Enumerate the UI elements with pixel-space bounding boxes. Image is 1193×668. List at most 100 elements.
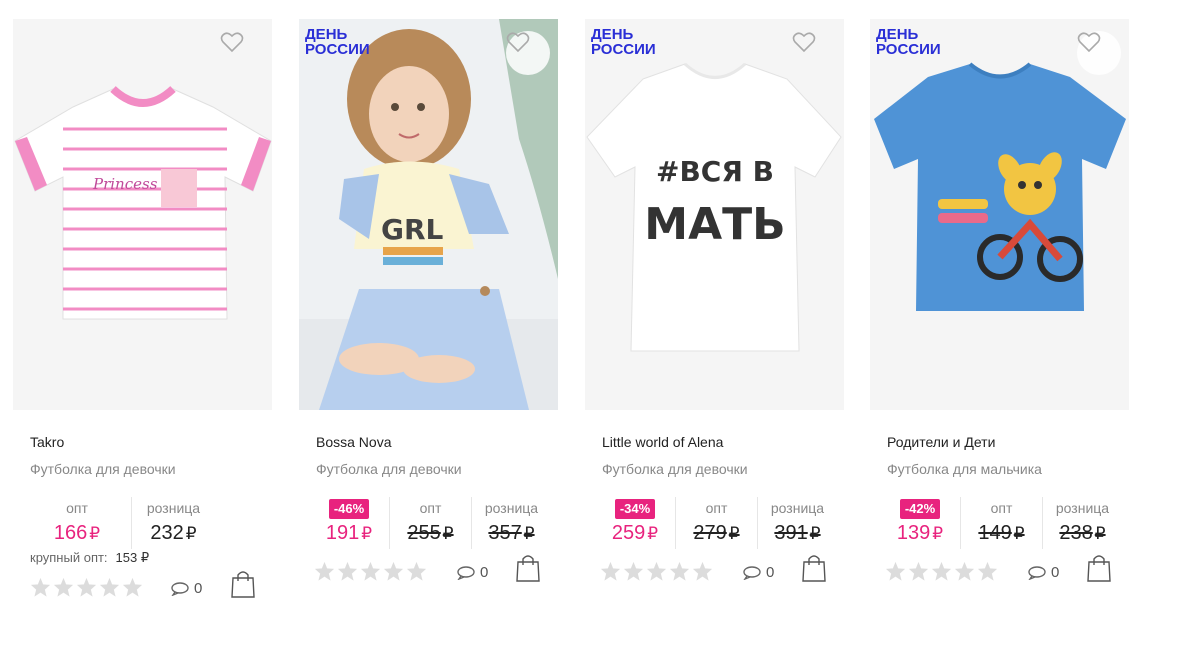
product-card[interactable]: GRL ДЕНЬ РОССИИ Bossa Nova Футболка для … <box>299 0 558 668</box>
comments-link[interactable]: 0 <box>1028 564 1059 581</box>
sale-price-block: -46% 191 ₽ <box>309 497 389 549</box>
sale-price: 191 ₽ <box>325 522 373 544</box>
product-brand[interactable]: Родители и Дети <box>887 434 995 450</box>
svg-text:Princess: Princess <box>92 175 158 193</box>
favorite-button[interactable] <box>1077 31 1121 75</box>
comment-bubble-icon <box>1028 565 1046 580</box>
add-to-cart-button[interactable] <box>231 570 255 603</box>
print-line-1: #ВСЯ В <box>656 155 774 188</box>
opt-price-block: опт 166 ₽ <box>23 497 131 549</box>
product-brand[interactable]: Bossa Nova <box>316 434 391 450</box>
product-brand[interactable]: Little world of Alena <box>602 434 723 450</box>
bulk-price: крупный опт: 153 ₽ <box>30 550 150 565</box>
star-icon[interactable] <box>30 577 51 597</box>
product-image[interactable]: GRL ДЕНЬ РОССИИ <box>299 19 558 410</box>
price-row: опт 166 ₽ розница 232 ₽ <box>23 497 215 549</box>
product-brand[interactable]: Takro <box>30 434 64 450</box>
comment-bubble-icon <box>743 565 761 580</box>
price-row: -46% 191 ₽ опт 255 ₽ розница 357 ₽ <box>309 497 551 549</box>
discount-badge: -46% <box>328 499 370 519</box>
product-image[interactable]: Princess <box>13 19 272 410</box>
product-card[interactable]: Princess Takro Футболка для девочки опт … <box>13 0 272 668</box>
sale-price: 139 ₽ <box>896 522 944 544</box>
price-row: -42% 139 ₽ опт 149 ₽ розница 238 ₽ <box>880 497 1122 549</box>
comments-link[interactable]: 0 <box>743 564 774 581</box>
opt-label: опт <box>419 500 442 516</box>
opt-price: 166 ₽ <box>53 522 101 544</box>
star-icon[interactable] <box>314 561 335 581</box>
add-to-cart-button[interactable] <box>1087 554 1111 587</box>
shopping-bag-icon <box>516 555 540 582</box>
add-to-cart-button[interactable] <box>802 554 826 587</box>
comments-link[interactable]: 0 <box>171 580 202 597</box>
promo-label: ДЕНЬ РОССИИ <box>305 26 370 58</box>
opt-price-block: опт 255 ₽ <box>389 497 471 549</box>
star-icon[interactable] <box>600 561 621 581</box>
opt-label: опт <box>990 500 1013 516</box>
star-icon[interactable] <box>931 561 952 581</box>
sale-price-block: -42% 139 ₽ <box>880 497 960 549</box>
star-icon[interactable] <box>954 561 975 581</box>
favorite-button[interactable] <box>506 31 550 75</box>
discount-badge: -34% <box>614 499 656 519</box>
add-to-cart-button[interactable] <box>516 554 540 587</box>
retail-price-block: розница 357 ₽ <box>471 497 551 549</box>
product-title[interactable]: Футболка для мальчика <box>887 461 1042 477</box>
opt-price: 279 ₽ <box>693 522 740 544</box>
star-icon[interactable] <box>337 561 358 581</box>
retail-label: розница <box>484 500 539 516</box>
product-image[interactable]: ДЕНЬ РОССИИ <box>870 19 1129 410</box>
star-icon[interactable] <box>76 577 97 597</box>
favorite-button[interactable] <box>220 31 264 75</box>
rating-stars[interactable] <box>30 577 143 597</box>
product-card[interactable]: #ВСЯ В МАТЬ ДЕНЬ РОССИИ Little world of … <box>585 0 844 668</box>
star-icon[interactable] <box>692 561 713 581</box>
star-icon[interactable] <box>623 561 644 581</box>
product-title[interactable]: Футболка для девочки <box>602 461 748 477</box>
star-icon[interactable] <box>885 561 906 581</box>
rating-stars[interactable] <box>600 561 713 581</box>
retail-label: розница <box>1055 500 1110 516</box>
retail-price: 357 ₽ <box>488 522 535 544</box>
comment-bubble-icon <box>171 581 189 596</box>
retail-label: розница <box>770 500 825 516</box>
star-icon[interactable] <box>977 561 998 581</box>
print-line-2: МАТЬ <box>644 199 785 250</box>
shopping-bag-icon <box>231 571 255 598</box>
shopping-bag-icon <box>802 555 826 582</box>
svg-text:GRL: GRL <box>381 213 444 246</box>
heart-outline-icon <box>506 32 530 53</box>
rating-stars[interactable] <box>314 561 427 581</box>
sale-price: 259 ₽ <box>611 522 659 544</box>
rating-stars[interactable] <box>885 561 998 581</box>
star-icon[interactable] <box>360 561 381 581</box>
shopping-bag-icon <box>1087 555 1111 582</box>
promo-label: ДЕНЬ РОССИИ <box>876 26 941 58</box>
star-icon[interactable] <box>122 577 143 597</box>
sale-price-block: -34% 259 ₽ <box>595 497 675 549</box>
opt-price: 149 ₽ <box>978 522 1025 544</box>
star-icon[interactable] <box>53 577 74 597</box>
retail-price-block: розница 238 ₽ <box>1042 497 1122 549</box>
comment-bubble-icon <box>457 565 475 580</box>
favorite-button[interactable] <box>792 31 836 75</box>
comments-link[interactable]: 0 <box>457 564 488 581</box>
product-title[interactable]: Футболка для девочки <box>30 461 176 477</box>
star-icon[interactable] <box>99 577 120 597</box>
star-icon[interactable] <box>406 561 427 581</box>
product-title[interactable]: Футболка для девочки <box>316 461 462 477</box>
heart-outline-icon <box>220 32 244 53</box>
opt-label: опт <box>705 500 728 516</box>
retail-price: 232 ₽ <box>150 522 197 544</box>
product-card[interactable]: ДЕНЬ РОССИИ Родители и Дети Футболка для… <box>870 0 1129 668</box>
heart-outline-icon <box>792 32 816 53</box>
star-icon[interactable] <box>383 561 404 581</box>
product-image[interactable]: #ВСЯ В МАТЬ ДЕНЬ РОССИИ <box>585 19 844 410</box>
promo-label: ДЕНЬ РОССИИ <box>591 26 656 58</box>
star-icon[interactable] <box>669 561 690 581</box>
retail-price: 391 ₽ <box>774 522 821 544</box>
opt-label: опт <box>66 500 88 516</box>
discount-badge: -42% <box>899 499 941 519</box>
star-icon[interactable] <box>908 561 929 581</box>
star-icon[interactable] <box>646 561 667 581</box>
